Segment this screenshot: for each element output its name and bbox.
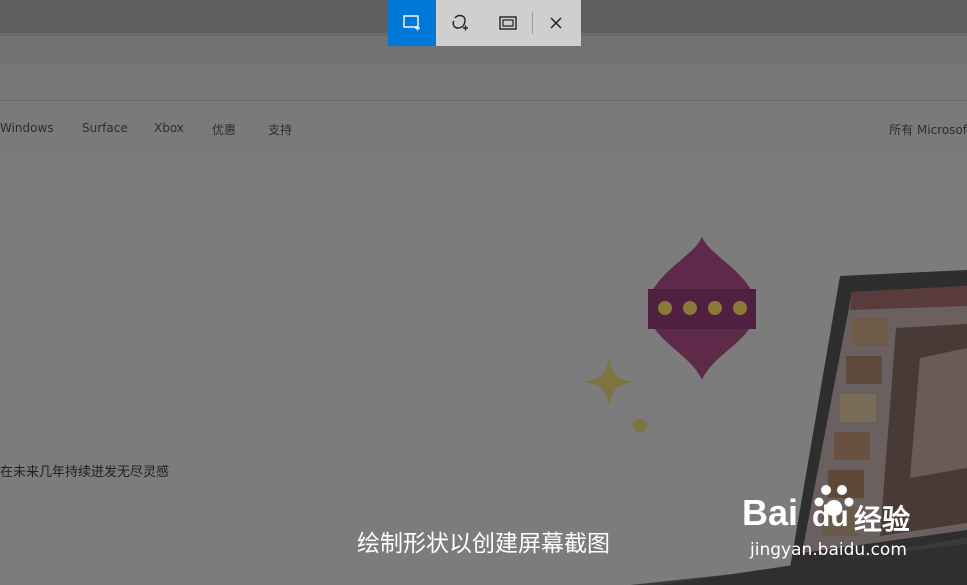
freeform-snip-icon <box>452 14 468 31</box>
baidu-jingyan-watermark: Bai du 经验 jingyan.baidu.com <box>742 478 967 570</box>
jingyan-label: 经验 <box>854 503 911 536</box>
close-icon <box>550 17 562 29</box>
snip-toolbar <box>388 0 581 46</box>
jingyan-url: jingyan.baidu.com <box>750 540 907 560</box>
rectangular-snip-button[interactable] <box>388 0 436 46</box>
baidu-logo-text: Bai <box>742 492 799 533</box>
nav-item-windows[interactable]: Windows <box>0 121 54 135</box>
close-snip-button[interactable] <box>533 0 579 46</box>
nav-item-surface[interactable]: Surface <box>82 121 128 135</box>
site-header-band <box>0 64 967 100</box>
rectangular-snip-icon <box>403 15 420 31</box>
nav-item-deals[interactable]: 优惠 <box>212 121 236 138</box>
nav-item-support[interactable]: 支持 <box>268 121 292 138</box>
baidu-logo-text-du: du <box>812 500 849 533</box>
nav-all-microsoft[interactable]: 所有 Microsof <box>889 121 967 138</box>
fullscreen-snip-button[interactable] <box>484 0 532 46</box>
nav-item-xbox[interactable]: Xbox <box>154 121 184 135</box>
site-nav: Windows Surface Xbox 优惠 支持 所有 Microsof <box>0 101 967 158</box>
fullscreen-snip-icon <box>499 16 517 30</box>
freeform-snip-button[interactable] <box>436 0 484 46</box>
hero-tagline: 在未来几年持续迸发无尽灵感 <box>0 465 170 480</box>
tutorial-caption-text: 绘制形状以创建屏幕截图 <box>357 531 610 557</box>
